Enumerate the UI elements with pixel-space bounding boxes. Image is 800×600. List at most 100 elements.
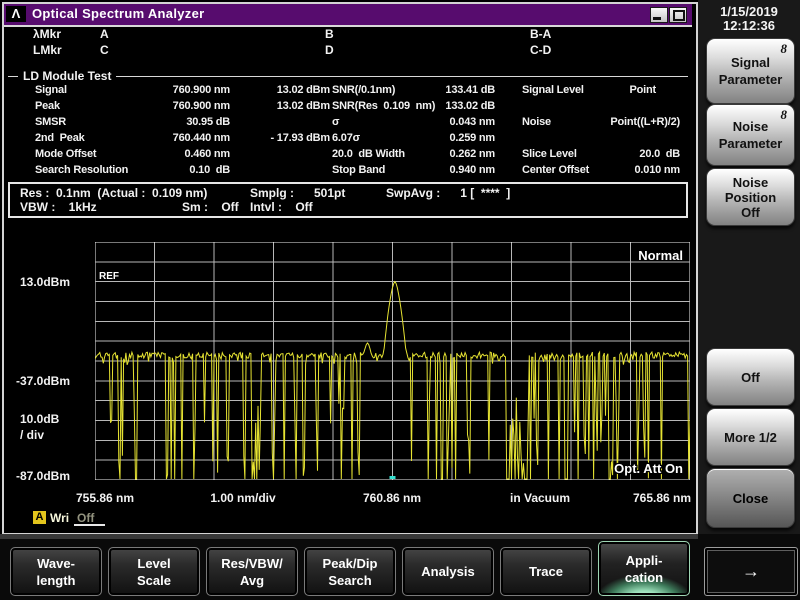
marker-b: B	[325, 27, 334, 41]
trace-mode-flag: Normal	[638, 248, 683, 263]
minimize-icon	[653, 17, 661, 20]
softkey-label: More 1/2	[724, 429, 777, 446]
restore-icon	[673, 10, 685, 21]
tab-label: Level	[137, 555, 170, 572]
softkey-label: Noise	[733, 118, 768, 135]
restore-button[interactable]	[669, 7, 687, 23]
resolution-setting: Res : 0.1nm (Actual : 0.109 nm)	[20, 186, 207, 200]
tab-label: Res/VBW/	[221, 555, 282, 572]
analysis-value: 0.010 nm	[560, 164, 680, 176]
app-logo-icon: Λ	[6, 6, 26, 22]
tab-label: Wave-	[37, 555, 75, 572]
smoothing-setting: Sm : Off	[182, 200, 239, 214]
tab-label: Trace	[529, 563, 563, 580]
analysis-row: Noise Point((L+R)/2)	[0, 116, 698, 130]
plot-grid-and-trace	[95, 242, 690, 480]
trace-write-mode: Wri	[50, 511, 69, 525]
analysis-value: Point	[560, 84, 656, 96]
vbw-setting: VBW : 1kHz	[20, 200, 97, 214]
tab-wavelength[interactable]: Wave-length	[10, 547, 102, 596]
marker-c-d: C-D	[530, 43, 551, 57]
softkey-badge: 8	[781, 106, 788, 123]
function-tab-bar: Wave-length LevelScale Res/VBW/Avg Peak/…	[0, 534, 800, 600]
tab-label: Appli-	[626, 552, 663, 569]
x-label-stop: 765.86 nm	[612, 491, 712, 505]
softkey-badge: 8	[781, 40, 788, 57]
tab-analysis[interactable]: Analysis	[402, 547, 494, 596]
softkey-label: Off	[741, 205, 760, 220]
analysis-row: Slice Level20.0 dB	[0, 148, 698, 162]
analysis-value: 20.0 dB	[560, 148, 680, 160]
y-label-ref: 13.0dBm	[20, 275, 70, 289]
analysis-label: Noise	[522, 116, 551, 128]
marker-row-wavelength: λMkr A B B-A	[0, 27, 698, 41]
tab-label: Peak/Dip	[323, 555, 378, 572]
softkey-label: Noise	[733, 175, 768, 190]
interval-setting: Intvl : Off	[250, 200, 313, 214]
softkey-more[interactable]: More 1/2	[706, 408, 795, 466]
tab-label: Analysis	[421, 563, 474, 580]
analysis-value: Point((L+R)/2)	[560, 116, 680, 128]
marker-b-a: B-A	[530, 27, 551, 41]
x-label-per-div: 1.00 nm/div	[193, 491, 293, 505]
trace-display-state: Off	[77, 511, 94, 525]
tab-application[interactable]: Appli-cation	[598, 541, 690, 596]
tab-level-scale[interactable]: LevelScale	[108, 547, 200, 596]
analysis-row: SNR(Res 0.109 nm)133.02 dB	[0, 100, 698, 114]
sampling-setting: Smplg : 501pt	[250, 186, 345, 200]
tab-label: Avg	[240, 572, 264, 589]
marker-row-label: LMkr	[33, 43, 62, 57]
marker-row-level: LMkr C D C-D	[0, 43, 698, 57]
spectrum-plot: REF Normal Opt. Att On	[95, 242, 690, 480]
minimize-button[interactable]	[650, 7, 668, 23]
tab-label: length	[37, 572, 76, 589]
sweep-average-setting: SwpAvg : 1 [ **** ]	[386, 186, 510, 200]
sweep-settings-box: Res : 0.1nm (Actual : 0.109 nm) Smplg : …	[8, 182, 688, 218]
softkey-label: Position	[725, 190, 776, 205]
right-arrow-icon: →	[742, 561, 760, 582]
spectrum-plot-canvas: REF Normal Opt. Att On	[95, 242, 690, 480]
more-tabs-arrow-button[interactable]: →	[704, 547, 798, 596]
softkey-signal-parameter[interactable]: 8 Signal Parameter	[706, 38, 795, 104]
analysis-value: 133.02 dB	[378, 100, 495, 112]
softkey-off[interactable]: Off	[706, 348, 795, 406]
y-label-per-div2: / div	[20, 428, 44, 442]
marker-c: C	[100, 43, 109, 57]
titlebar: Λ Optical Spectrum Analyzer	[4, 4, 692, 27]
analysis-value: 0.259 nm	[378, 132, 495, 144]
softkey-label: Close	[733, 490, 768, 507]
trace-a-badge[interactable]: A	[33, 511, 46, 524]
tab-trace[interactable]: Trace	[500, 547, 592, 596]
analysis-label: 6.07σ	[332, 132, 360, 144]
y-label-bottom: -87.0dBm	[16, 469, 70, 483]
system-time: 12:12:36	[698, 18, 800, 33]
window-title: Optical Spectrum Analyzer	[32, 6, 204, 21]
marker-d: D	[325, 43, 334, 57]
marker-a: A	[100, 27, 109, 41]
softkey-close[interactable]: Close	[706, 468, 795, 528]
x-label-medium: in Vacuum	[490, 491, 590, 505]
trace-state-underline	[74, 524, 105, 526]
softkey-label: Parameter	[719, 71, 783, 88]
x-label-start: 755.86 nm	[55, 491, 155, 505]
x-label-center: 760.86 nm	[342, 491, 442, 505]
analysis-row: Center Offset0.010 nm	[0, 164, 698, 178]
softkey-label: Signal	[731, 54, 770, 71]
tab-peak-dip-search[interactable]: Peak/DipSearch	[304, 547, 396, 596]
softkey-label: Parameter	[719, 135, 783, 152]
ref-line-label: REF	[99, 271, 119, 282]
analysis-row: Signal LevelPoint	[0, 84, 698, 98]
marker-row-label: λMkr	[33, 27, 61, 41]
softkey-noise-position[interactable]: Noise Position Off	[706, 168, 795, 226]
sweep-position-marker	[390, 476, 396, 479]
tab-label: Scale	[137, 572, 171, 589]
tab-res-vbw-avg[interactable]: Res/VBW/Avg	[206, 547, 298, 596]
window-bottom-edge	[0, 534, 698, 539]
tab-label: cation	[625, 569, 663, 586]
analysis-section-title: LD Module Test	[18, 69, 116, 83]
analysis-row: 6.07σ 0.259 nm	[0, 132, 698, 146]
softkey-noise-parameter[interactable]: 8 Noise Parameter	[706, 104, 795, 166]
optical-attenuator-flag: Opt. Att On	[614, 461, 683, 476]
y-label-per-div: 10.0dB	[20, 412, 59, 426]
y-label-mid: -37.0dBm	[16, 374, 70, 388]
